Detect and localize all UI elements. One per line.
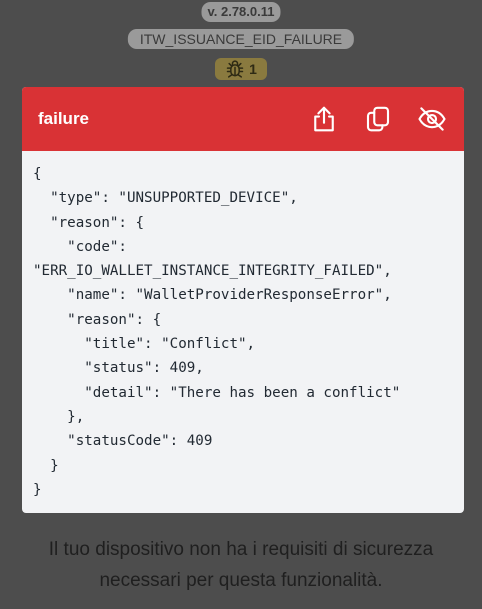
json-line: "ERR_IO_WALLET_INSTANCE_INTEGRITY_FAILED… xyxy=(33,263,392,280)
eye-off-icon xyxy=(418,107,446,131)
hide-button[interactable] xyxy=(416,103,448,135)
json-line: "title": "Conflict", xyxy=(33,336,256,353)
json-payload: { "type": "UNSUPPORTED_DEVICE", "reason"… xyxy=(22,151,464,502)
debug-count: 1 xyxy=(249,61,257,77)
json-line: "type": "UNSUPPORTED_DEVICE", xyxy=(33,190,298,207)
share-button[interactable] xyxy=(308,103,340,135)
json-line: } xyxy=(33,481,42,498)
card-header: failure xyxy=(22,87,464,151)
json-line: "name": "WalletProviderResponseError", xyxy=(33,287,392,304)
json-line: }, xyxy=(33,408,85,425)
json-line: "code": xyxy=(33,238,127,255)
json-line: "statusCode": 409 xyxy=(33,433,213,450)
share-icon xyxy=(314,106,334,132)
json-line: "reason": { xyxy=(33,214,145,231)
header-actions xyxy=(308,103,448,135)
json-line: "reason": { xyxy=(33,311,162,328)
json-line: "detail": "There has been a conflict" xyxy=(33,384,401,401)
bug-icon xyxy=(226,60,244,78)
error-message-line: necessari per questa funzionalità. xyxy=(99,570,383,591)
error-message: Il tuo dispositivo non ha i requisiti di… xyxy=(0,534,482,596)
debug-badge[interactable]: 1 xyxy=(215,58,267,80)
version-label: v. 2.78.0.11 xyxy=(201,2,281,22)
event-name-label: ITW_ISSUANCE_EID_FAILURE xyxy=(127,29,355,49)
copy-button[interactable] xyxy=(362,103,394,135)
json-line: } xyxy=(33,457,59,474)
card-title: failure xyxy=(38,109,90,128)
json-line: { xyxy=(33,166,42,182)
failure-card: failure {"type": "UNSUPPORTED_DEVICE", … xyxy=(22,87,464,513)
error-message-line: Il tuo dispositivo non ha i requisiti di… xyxy=(48,539,434,560)
json-line: "status": 409, xyxy=(33,360,204,377)
copy-icon xyxy=(366,106,390,132)
